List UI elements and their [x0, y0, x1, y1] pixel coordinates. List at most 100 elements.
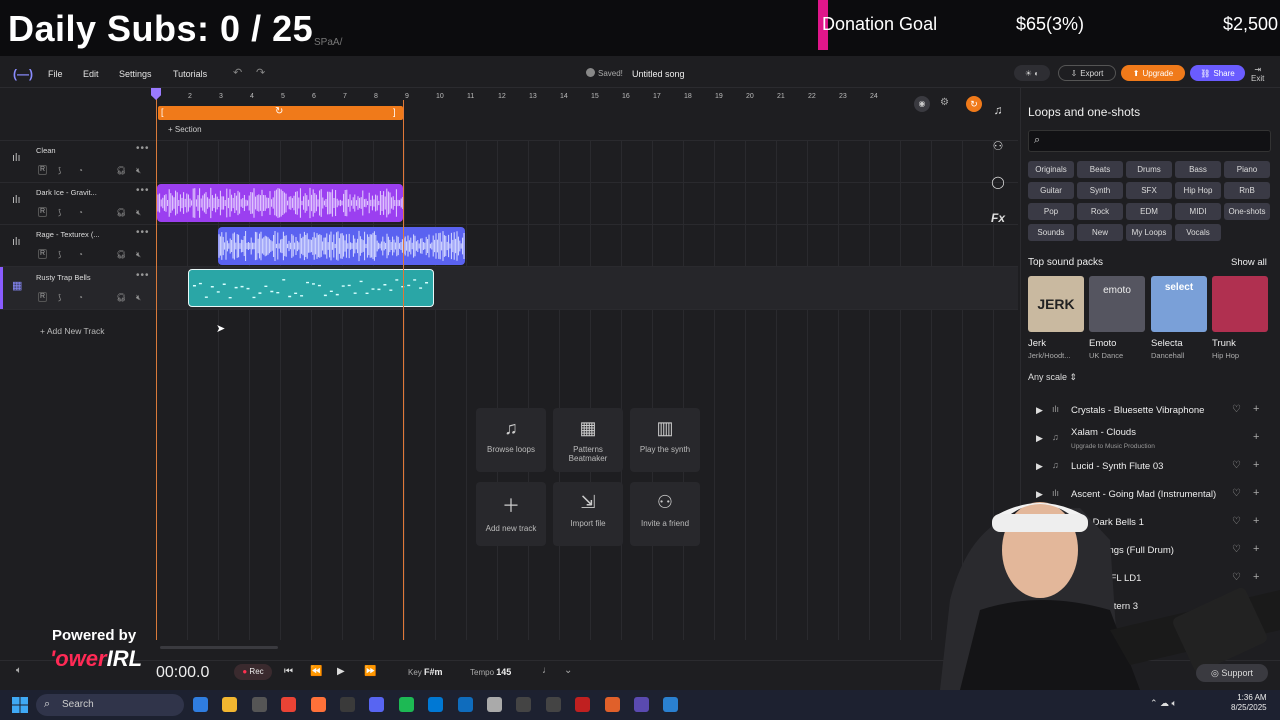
category-chip[interactable]: Originals: [1028, 161, 1074, 178]
category-chip[interactable]: Vocals: [1175, 224, 1221, 241]
category-chip[interactable]: Bass: [1175, 161, 1221, 178]
add-sound-icon[interactable]: +: [1253, 431, 1259, 443]
category-chip[interactable]: Hip Hop: [1175, 182, 1221, 199]
openai-icon[interactable]: [340, 697, 355, 712]
track-menu-icon[interactable]: •••: [136, 270, 150, 281]
windows-start-icon[interactable]: [12, 697, 28, 713]
category-chip[interactable]: One-shots: [1224, 203, 1270, 220]
key-selector[interactable]: Key F#m: [408, 667, 443, 677]
track-name[interactable]: Dark Ice - Gravit...: [36, 188, 97, 197]
system-tray-icons[interactable]: ⌃ ☁ 🔈︎: [1150, 698, 1177, 709]
category-chip[interactable]: Drums: [1126, 161, 1172, 178]
category-chip[interactable]: SFX: [1126, 182, 1172, 199]
app-logo-icon[interactable]: (—): [13, 67, 33, 81]
track-rage[interactable]: ılı Rage - Texturex (... ••• R ⟆ ◔ 🎧︎ 🔇︎: [0, 224, 156, 266]
track-name[interactable]: Rage - Texturex (...: [36, 230, 100, 239]
timeline-ruler[interactable]: 2 3 4 5 6 7 8 9 10 11 12 13 14 15 16 17 18 19 20 21 22 23 24: [156, 88, 1018, 106]
volume-knob[interactable]: ◔: [78, 250, 83, 259]
add-sound-icon[interactable]: +: [1253, 459, 1259, 471]
taskbar-clock[interactable]: 1:36 AM 8/25/2025: [1231, 693, 1267, 713]
pack-emoto[interactable]: emoto Emoto UK Dance: [1089, 276, 1145, 360]
teams-icon[interactable]: [545, 697, 561, 712]
copilot-icon[interactable]: [193, 697, 208, 712]
firefox-icon[interactable]: [310, 697, 326, 712]
category-chip[interactable]: My Loops: [1126, 224, 1172, 241]
favorite-icon[interactable]: ♡: [1232, 404, 1241, 415]
theme-toggle[interactable]: ☀ ◐: [1014, 65, 1050, 81]
chrome-icon[interactable]: [281, 697, 297, 712]
volume-knob[interactable]: ◔: [78, 293, 83, 302]
fast-forward-icon[interactable]: ⏩: [364, 666, 376, 677]
import-file-button[interactable]: ⇲ Import file: [553, 482, 623, 546]
category-chip[interactable]: Guitar: [1028, 182, 1074, 199]
show-all-link[interactable]: Show all: [1231, 257, 1267, 268]
favorite-icon[interactable]: ♡: [1232, 460, 1241, 471]
menu-edit[interactable]: Edit: [83, 69, 99, 79]
discord-icon[interactable]: [369, 697, 385, 712]
automation-icon[interactable]: ⟆: [58, 293, 61, 302]
mute-icon[interactable]: 🔇︎: [136, 293, 141, 303]
midi-clip-rusty-trap-bells[interactable]: [188, 269, 434, 307]
horizontal-scrollbar[interactable]: [160, 646, 278, 649]
record-arm-button[interactable]: R: [38, 249, 47, 259]
play-icon[interactable]: ▶: [1036, 405, 1043, 416]
redo-icon[interactable]: ↷: [256, 66, 265, 79]
category-chip[interactable]: Synth: [1077, 182, 1123, 199]
audio-clip-dark-ice[interactable]: [157, 184, 403, 222]
people-icon[interactable]: ⚇: [986, 134, 1010, 158]
settings-gear-icon[interactable]: ⚙: [940, 97, 949, 108]
play-icon[interactable]: ▶: [337, 666, 345, 677]
mute-icon[interactable]: 🔇︎: [136, 250, 141, 260]
track-name[interactable]: Rusty Trap Bells: [36, 273, 91, 282]
loops-search-input[interactable]: ⌕: [1028, 130, 1271, 152]
track-menu-icon[interactable]: •••: [136, 143, 150, 154]
mute-icon[interactable]: 🔇︎: [136, 166, 141, 176]
exit-button[interactable]: ⇥ Exit: [1251, 65, 1264, 83]
loop-icon[interactable]: ↻: [275, 106, 283, 117]
app-icon[interactable]: [575, 697, 591, 712]
record-button[interactable]: ● Rec: [234, 664, 272, 680]
pack-jerk[interactable]: JERK Jerk Jerk/Hoodt...: [1028, 276, 1084, 360]
category-chip[interactable]: Rock: [1077, 203, 1123, 220]
play-synth-button[interactable]: ▥ Play the synth: [630, 408, 700, 472]
taskbar-search-input[interactable]: ⌕: [36, 694, 184, 716]
add-section-button[interactable]: + Section: [168, 125, 202, 134]
patterns-beatmaker-button[interactable]: ▦ Patterns Beatmaker: [553, 408, 623, 472]
scale-filter[interactable]: Any scale ⇕: [1028, 372, 1077, 383]
track-name[interactable]: Clean: [36, 146, 56, 155]
browse-loops-button[interactable]: ♫ Browse loops: [476, 408, 546, 472]
automation-icon[interactable]: ⟆: [58, 166, 61, 175]
play-icon[interactable]: ▶: [1036, 433, 1043, 444]
headphones-icon[interactable]: 🎧︎: [116, 166, 126, 175]
spotify-icon[interactable]: [398, 697, 414, 712]
sound-row[interactable]: ▶ ♫ Xalam - Clouds Upgrade to Music Product…: [1030, 424, 1270, 452]
settings-icon[interactable]: [251, 697, 267, 712]
upgrade-button[interactable]: ⬆ Upgrade: [1121, 65, 1185, 81]
loop-start-handle[interactable]: [: [161, 107, 164, 117]
rewind-icon[interactable]: ⏪: [310, 666, 322, 677]
undo-icon[interactable]: ↶: [233, 66, 242, 79]
outlook-icon[interactable]: [457, 697, 473, 712]
automation-icon[interactable]: ⟆: [58, 250, 61, 259]
headphones-icon[interactable]: 🎧︎: [116, 293, 126, 302]
support-button[interactable]: ◎ Support: [1196, 664, 1268, 682]
record-arm-button[interactable]: R: [38, 207, 47, 217]
track-menu-icon[interactable]: •••: [136, 185, 150, 196]
track-rusty-trap-bells[interactable]: ▦ Rusty Trap Bells ••• R ⟆ ◔ 🎧︎ 🔇︎: [0, 267, 156, 309]
play-icon[interactable]: ▶: [1036, 461, 1043, 472]
add-sound-icon[interactable]: +: [1253, 403, 1259, 415]
calculator-icon[interactable]: [663, 697, 679, 712]
pack-selecta[interactable]: select Selecta Dancehall: [1151, 276, 1207, 360]
volume-knob[interactable]: ◔: [78, 166, 83, 175]
headphones-icon[interactable]: 🎧︎: [116, 208, 126, 217]
chat-icon[interactable]: ◯: [986, 170, 1010, 194]
sound-row[interactable]: ▶ ılı Crystals - Bluesette Vibraphone ♡ +: [1030, 396, 1270, 424]
record-arm-button[interactable]: R: [38, 292, 47, 302]
category-chip[interactable]: Piano: [1224, 161, 1270, 178]
track-clean[interactable]: ılı Clean ••• R ⟆ ◔ 🎧︎ 🔇︎: [0, 140, 156, 182]
category-chip[interactable]: MIDI: [1175, 203, 1221, 220]
category-chip[interactable]: RnB: [1224, 182, 1270, 199]
music-note-icon[interactable]: ♫: [986, 98, 1010, 122]
browser-icon[interactable]: [604, 697, 620, 712]
pack-trunk[interactable]: Trunk Hip Hop: [1212, 276, 1268, 360]
